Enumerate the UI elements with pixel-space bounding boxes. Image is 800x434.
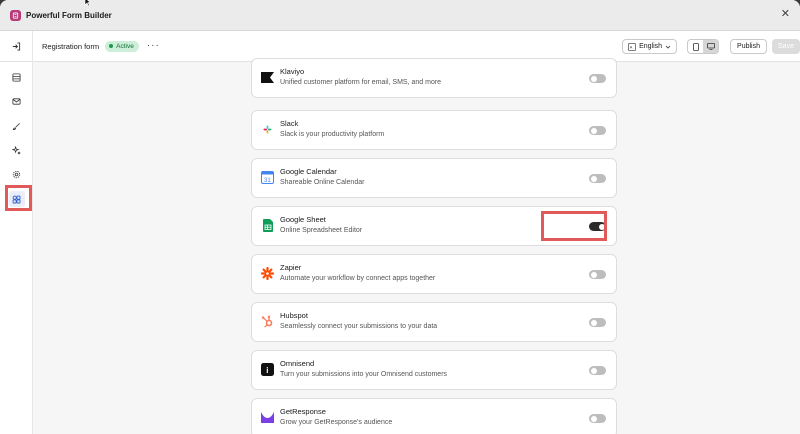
integration-name: Slack: [280, 119, 299, 128]
integration-toggle-zapier[interactable]: [589, 270, 606, 279]
omnisend-icon: i: [261, 363, 274, 376]
integration-card-google-calendar: 31 Google Calendar Shareable Online Cale…: [251, 158, 617, 198]
sidebar-highlight-box: [5, 185, 32, 211]
slack-icon: [261, 123, 274, 136]
hubspot-icon: [261, 315, 274, 328]
device-preview-switch: [687, 39, 720, 54]
toggle-knob: [590, 367, 597, 374]
sparkle-icon: [12, 145, 21, 154]
integration-name: Hubspot: [280, 311, 308, 320]
close-window-button[interactable]: ✕: [781, 9, 790, 20]
toggle-knob: [590, 415, 597, 422]
language-label: English: [639, 43, 663, 50]
status-label: Active: [116, 42, 134, 50]
toggle-knob: [590, 271, 597, 278]
toggle-knob: [590, 319, 597, 326]
integration-card-zapier: Zapier Automate your workflow by connect…: [251, 254, 617, 294]
google-sheet-icon: [261, 219, 274, 232]
integration-card-klaviyo: Klaviyo Unified customer platform for em…: [251, 58, 617, 98]
mail-icon: [12, 97, 21, 105]
save-button[interactable]: Save: [772, 39, 800, 54]
layout-icon: [12, 72, 21, 82]
app-logo-icon: [10, 9, 21, 21]
toggle-knob: [590, 127, 597, 134]
integrations-list: Klaviyo Unified customer platform for em…: [33, 58, 800, 434]
status-dot-icon: [109, 44, 114, 48]
desktop-preview-button[interactable]: [703, 40, 719, 53]
sidebar-item-style[interactable]: [0, 115, 33, 137]
sidebar-item-layout[interactable]: [0, 66, 33, 88]
toggle-highlight-box: [541, 211, 607, 241]
mobile-icon: [692, 42, 699, 51]
klaviyo-icon: [261, 71, 274, 84]
calendar-day-text: 31: [264, 178, 271, 184]
brush-icon: [12, 122, 20, 130]
google-calendar-icon: 31: [261, 171, 274, 184]
editor-sidebar: [0, 62, 33, 434]
integration-description: Turn your submissions into your Omnisend…: [280, 371, 448, 378]
title-bar: Powerful Form Builder ✕: [0, 0, 800, 31]
integration-name: GetResponse: [280, 407, 326, 416]
integration-toggle-klaviyo[interactable]: [589, 74, 606, 83]
chevron-down-icon: [665, 45, 671, 49]
window-title: Powerful Form Builder: [26, 10, 112, 20]
integration-name: Google Calendar: [280, 167, 337, 176]
toggle-knob: [590, 75, 597, 82]
integration-card-slack: Slack Slack is your productivity platfor…: [251, 110, 617, 150]
language-select[interactable]: A English: [622, 39, 678, 54]
omnisend-letter: i: [266, 366, 268, 375]
integration-toggle-getresponse[interactable]: [589, 414, 606, 423]
sidebar-item-settings[interactable]: [0, 163, 33, 185]
integration-name: Google Sheet: [280, 215, 326, 224]
integration-description: Seamlessly connect your submissions to y…: [280, 323, 438, 330]
integration-name: Klaviyo: [280, 67, 305, 76]
mouse-cursor-icon: [84, 0, 92, 6]
exit-icon: [12, 41, 20, 51]
zapier-icon: [261, 267, 274, 280]
integration-description: Automate your workflow by connect apps t…: [280, 275, 436, 282]
form-name[interactable]: Registration form: [42, 42, 99, 51]
integration-description: Online Spreadsheet Editor: [280, 227, 363, 234]
more-options-button[interactable]: ···: [147, 41, 160, 51]
integration-toggle-omnisend[interactable]: [589, 366, 606, 375]
app-window: Powerful Form Builder ✕ Registration for…: [0, 0, 800, 434]
status-badge: Active: [105, 40, 139, 52]
sidebar-item-email[interactable]: [0, 90, 33, 112]
gear-icon: [12, 170, 21, 178]
toggle-knob: [590, 175, 597, 182]
integration-name: Omnisend: [280, 359, 315, 368]
integration-toggle-google-calendar[interactable]: [589, 174, 606, 183]
integration-toggle-hubspot[interactable]: [589, 318, 606, 327]
mobile-preview-button[interactable]: [688, 40, 703, 53]
integration-name: Zapier: [280, 263, 302, 272]
sidebar-item-effects[interactable]: [0, 139, 33, 161]
integration-description: Slack is your productivity platform: [280, 131, 385, 138]
svg-text:A: A: [630, 44, 633, 49]
integration-description: Shareable Online Calendar: [280, 179, 365, 186]
integration-card-omnisend: i Omnisend Turn your submissions into yo…: [251, 350, 617, 390]
translate-icon: A: [628, 42, 636, 51]
integration-description: Grow your GetResponse's audience: [280, 419, 393, 426]
integration-toggle-slack[interactable]: [589, 126, 606, 135]
publish-button[interactable]: Publish: [730, 39, 767, 54]
integration-card-getresponse: GetResponse Grow your GetResponse's audi…: [251, 398, 617, 434]
desktop-icon: [706, 43, 715, 50]
exit-editor-button[interactable]: [0, 30, 33, 62]
integration-card-hubspot: Hubspot Seamlessly connect your submissi…: [251, 302, 617, 342]
getresponse-icon: [261, 411, 274, 424]
integration-description: Unified customer platform for email, SMS…: [280, 79, 442, 86]
